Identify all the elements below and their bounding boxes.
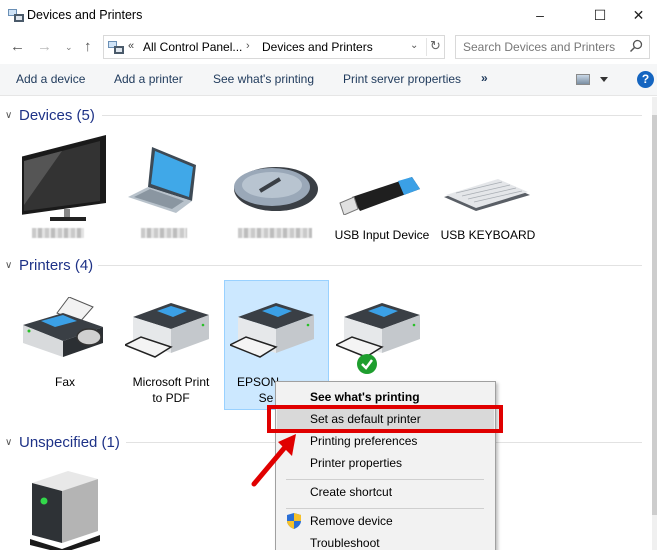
- menu-item-label: Printing preferences: [310, 434, 418, 448]
- group-divider: [98, 265, 642, 266]
- printer-icon: [336, 303, 420, 358]
- maximize-button[interactable]: ☐: [577, 0, 623, 30]
- search-input[interactable]: Search Devices and Printers: [455, 35, 650, 59]
- close-button[interactable]: ✕: [620, 0, 657, 30]
- usb-dongle-icon: [339, 177, 420, 215]
- collapse-chevron-icon[interactable]: ∨: [5, 110, 19, 121]
- address-dropdown-icon[interactable]: ⌄: [410, 40, 418, 51]
- minimize-button[interactable]: –: [517, 0, 563, 30]
- device-item-usb-input-device[interactable]: USB Input Device: [330, 135, 434, 245]
- command-bar: Add a device Add a printer See what's pr…: [0, 64, 657, 96]
- group-title: Devices (5): [19, 106, 95, 124]
- blurred-device-name: [238, 228, 312, 238]
- keyboard-icon: [444, 179, 530, 211]
- address-overflow-chevron[interactable]: «: [128, 40, 134, 52]
- scrollbar-thumb[interactable]: [652, 115, 657, 515]
- device-label: USB Input Device: [334, 228, 430, 242]
- menu-item-create-shortcut[interactable]: Create shortcut: [277, 481, 494, 503]
- group-title: Printers (4): [19, 256, 94, 274]
- unspecified-device-item[interactable]: [12, 461, 116, 550]
- change-view-icon[interactable]: [576, 74, 590, 85]
- device-item-mouse[interactable]: [224, 135, 328, 245]
- monitor-icon: [22, 135, 106, 221]
- menu-separator: [286, 479, 484, 480]
- collapse-chevron-icon[interactable]: ∨: [5, 260, 19, 271]
- up-button[interactable]: ↑: [84, 38, 92, 55]
- printer-label-line2: to PDF: [152, 391, 190, 405]
- annotation-arrow-icon: [251, 434, 296, 487]
- help-icon[interactable]: ?: [637, 71, 654, 88]
- more-commands-button[interactable]: »: [481, 71, 488, 85]
- laptop-icon: [128, 147, 196, 213]
- device-item-monitor[interactable]: [12, 135, 116, 245]
- menu-item-remove-device[interactable]: Remove device: [277, 510, 494, 532]
- mouse-icon: [234, 167, 318, 211]
- back-button[interactable]: ←: [10, 38, 25, 55]
- menu-item-label: Create shortcut: [310, 485, 393, 499]
- group-header-printers[interactable]: ∨ Printers (4): [5, 255, 93, 275]
- forward-button[interactable]: →: [37, 38, 52, 55]
- recent-locations-button[interactable]: ⌄: [65, 42, 73, 53]
- group-divider: [102, 115, 642, 116]
- search-icon[interactable]: [629, 39, 643, 53]
- menu-separator: [286, 508, 484, 509]
- printer-icon: [125, 303, 209, 358]
- breadcrumb-all-control-panel[interactable]: All Control Panel...: [143, 40, 242, 54]
- menu-item-troubleshoot[interactable]: Troubleshoot: [277, 532, 494, 550]
- refresh-icon[interactable]: ↻: [426, 38, 441, 56]
- address-bar[interactable]: « All Control Panel... › Devices and Pri…: [103, 35, 445, 59]
- title-bar: Devices and Printers – ☐ ✕: [0, 0, 657, 30]
- menu-item-label: Printer properties: [310, 456, 403, 470]
- annotation-highlight-box: [267, 405, 503, 433]
- group-header-devices[interactable]: ∨ Devices (5): [5, 105, 95, 125]
- printer-label: Fax: [54, 375, 75, 389]
- menu-item-label: Remove device: [310, 514, 393, 528]
- printer-item-fax[interactable]: Fax: [13, 283, 117, 403]
- group-header-unspecified[interactable]: ∨ Unspecified (1): [5, 432, 120, 452]
- window-title: Devices and Printers: [27, 8, 143, 22]
- breadcrumb-devices-and-printers[interactable]: Devices and Printers: [262, 40, 373, 54]
- printer-icon: [230, 303, 314, 358]
- menu-item-printer-properties[interactable]: Printer properties: [277, 452, 494, 474]
- generic-device-icon: [30, 471, 100, 550]
- device-label: USB KEYBOARD: [440, 228, 536, 242]
- blurred-device-name: [32, 228, 84, 238]
- blurred-device-name: [141, 228, 187, 238]
- device-item-usb-keyboard[interactable]: USB KEYBOARD: [436, 135, 540, 245]
- vertical-scrollbar[interactable]: [652, 97, 657, 550]
- print-server-properties-button[interactable]: Print server properties: [343, 72, 461, 86]
- uac-shield-icon: [287, 513, 301, 529]
- devices-printers-location-icon: [108, 41, 124, 54]
- group-title: Unspecified (1): [19, 433, 120, 451]
- view-options-dropdown-icon[interactable]: [600, 77, 608, 82]
- see-whats-printing-button[interactable]: See what's printing: [213, 72, 314, 86]
- add-printer-button[interactable]: Add a printer: [114, 72, 183, 86]
- collapse-chevron-icon[interactable]: ∨: [5, 437, 19, 448]
- search-placeholder: Search Devices and Printers: [463, 40, 616, 54]
- navigation-bar: ← → ⌄ ↑ « All Control Panel... › Devices…: [0, 30, 657, 64]
- menu-item-printing-preferences[interactable]: Printing preferences: [277, 430, 494, 452]
- fax-icon: [23, 297, 103, 357]
- add-device-button[interactable]: Add a device: [16, 72, 85, 86]
- devices-printers-app-icon: [8, 9, 24, 22]
- default-printer-checkmark-icon: [357, 354, 377, 374]
- menu-item-label: See what's printing: [310, 390, 420, 404]
- breadcrumb-separator-icon[interactable]: ›: [246, 40, 250, 52]
- menu-item-label: Troubleshoot: [310, 536, 380, 550]
- device-item-laptop[interactable]: [113, 135, 217, 245]
